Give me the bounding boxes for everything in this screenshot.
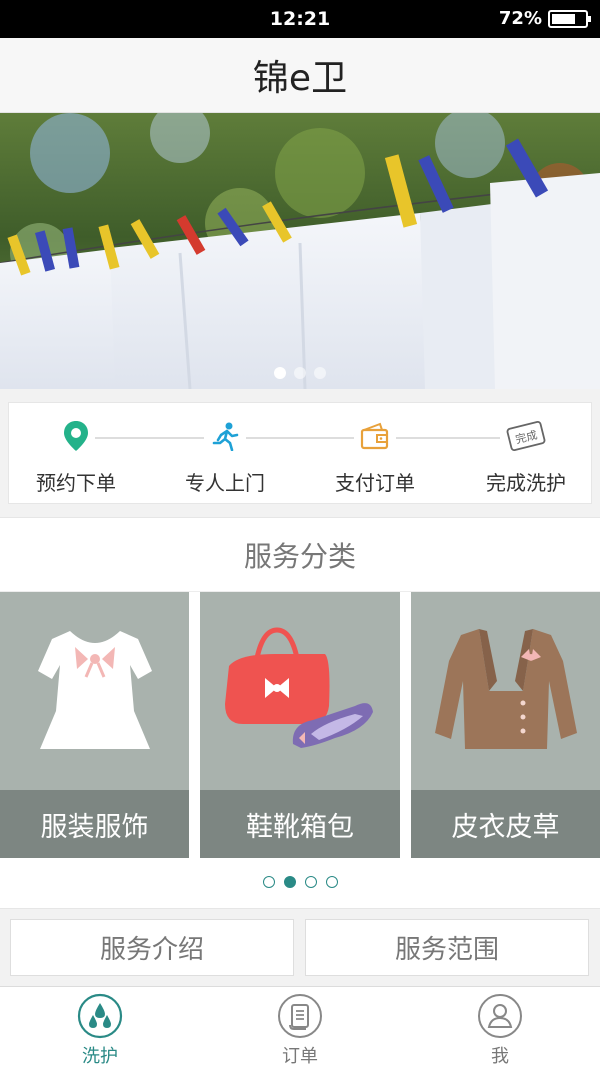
category-carousel[interactable]: 服装服饰 鞋靴箱包 皮衣皮草 bbox=[0, 592, 600, 858]
category-label: 服装服饰 bbox=[0, 790, 189, 858]
service-scope-button[interactable]: 服务范围 bbox=[305, 919, 589, 976]
pagination-dot[interactable] bbox=[262, 876, 275, 888]
step-pay-order: 支付订单 bbox=[305, 419, 445, 496]
steps-connector bbox=[84, 437, 516, 439]
step-label: 专人上门 bbox=[185, 471, 265, 495]
pagination-dot[interactable] bbox=[304, 876, 317, 888]
banner-pagination bbox=[0, 367, 600, 379]
bottom-tab-bar: 洗护 订单 我 bbox=[0, 986, 600, 1067]
category-label: 鞋靴箱包 bbox=[200, 790, 400, 858]
wallet-icon bbox=[354, 422, 396, 450]
banner-dot[interactable] bbox=[294, 367, 306, 379]
step-complete-care: 完成 完成洗护 bbox=[456, 419, 596, 496]
location-pin-icon bbox=[57, 420, 95, 452]
step-book-order: 预约下单 bbox=[6, 419, 146, 496]
service-intro-button[interactable]: 服务介绍 bbox=[10, 919, 294, 976]
handbag-shoes-icon bbox=[225, 627, 373, 748]
category-card-shoes-bags[interactable]: 鞋靴箱包 bbox=[200, 592, 400, 858]
user-icon bbox=[477, 993, 523, 1039]
app-header: 锦e卫 bbox=[0, 38, 600, 113]
battery-icon bbox=[548, 9, 591, 28]
water-drops-icon bbox=[77, 993, 123, 1039]
tab-label: 订单 bbox=[282, 1046, 318, 1067]
banner-image bbox=[0, 113, 600, 389]
order-scroll-icon bbox=[277, 993, 323, 1039]
blouse-icon bbox=[37, 631, 152, 749]
step-door-service: 专人上门 bbox=[155, 419, 295, 496]
running-person-icon bbox=[204, 421, 246, 451]
category-label: 皮衣皮草 bbox=[411, 790, 600, 858]
leather-jacket-icon bbox=[434, 629, 577, 749]
status-indicators: 72% bbox=[498, 8, 591, 29]
banner-dot[interactable] bbox=[314, 367, 326, 379]
banner-dot[interactable] bbox=[274, 367, 286, 379]
step-label: 完成洗护 bbox=[486, 471, 566, 495]
page-title: 锦e卫 bbox=[252, 58, 348, 99]
service-category-section: 服务分类 服装服饰 鞋靴箱包 皮衣皮草 bbox=[0, 517, 600, 909]
banner-carousel[interactable] bbox=[0, 113, 600, 389]
tab-label: 我 bbox=[491, 1046, 509, 1067]
tab-me[interactable]: 我 bbox=[440, 993, 560, 1067]
battery-percent: 72% bbox=[498, 8, 542, 29]
step-label: 支付订单 bbox=[335, 471, 415, 495]
section-title: 服务分类 bbox=[0, 518, 600, 592]
category-card-leather-fur[interactable]: 皮衣皮草 bbox=[411, 592, 600, 858]
pagination-dot[interactable] bbox=[325, 876, 338, 888]
svg-text:完成: 完成 bbox=[514, 428, 539, 447]
tab-label: 洗护 bbox=[82, 1046, 118, 1067]
process-steps: 预约下单 专人上门 支付订单 完成 完成洗护 bbox=[8, 402, 592, 504]
pagination-dot[interactable] bbox=[283, 876, 296, 888]
category-pagination bbox=[0, 876, 600, 888]
status-bar: 12:21 72% bbox=[0, 0, 600, 38]
category-card-clothing[interactable]: 服装服饰 bbox=[0, 592, 189, 858]
completed-stamp-icon: 完成 bbox=[500, 419, 552, 453]
tab-orders[interactable]: 订单 bbox=[240, 993, 360, 1067]
tab-wash-care[interactable]: 洗护 bbox=[40, 993, 160, 1067]
step-label: 预约下单 bbox=[36, 471, 116, 495]
